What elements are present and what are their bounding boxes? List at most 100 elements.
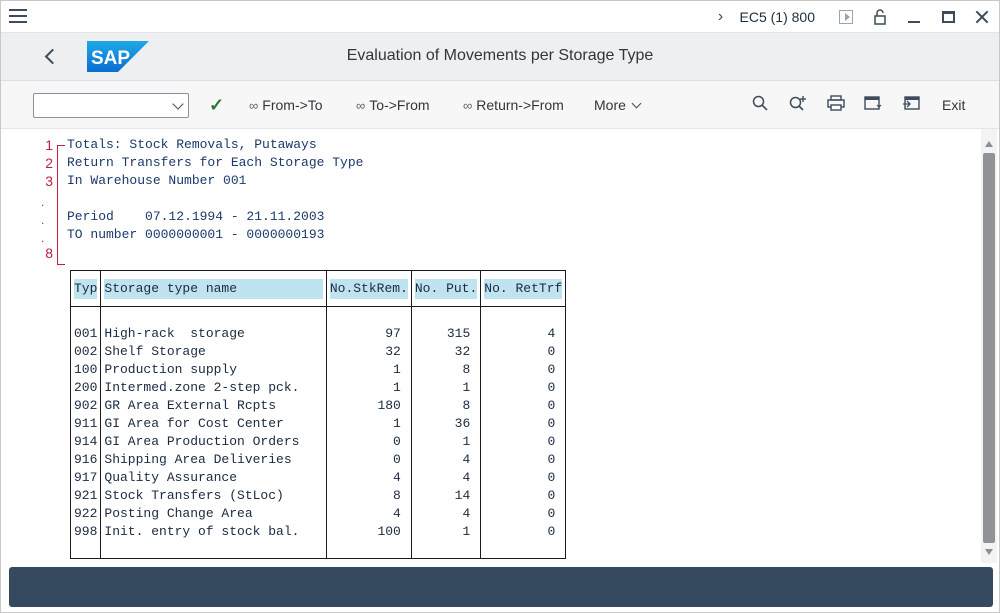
cell-stk[interactable]: 1 (325, 378, 412, 397)
chevron-right-icon[interactable]: › (706, 8, 736, 26)
column-header[interactable]: No. Put. (410, 270, 482, 307)
cell-put[interactable]: 1 (410, 378, 482, 397)
table-row[interactable]: 922 Posting Change Area 4 4 0 (69, 504, 567, 523)
table-row[interactable]: 917 Quality Assurance 4 4 0 (69, 468, 567, 487)
new-window-icon[interactable] (863, 95, 883, 115)
cell-stk[interactable]: 32 (325, 342, 412, 361)
to-from-button[interactable]: ∞ To->From (356, 93, 430, 117)
table-row[interactable]: 914 GI Area Production Orders 0 1 0 (69, 432, 567, 451)
cell-typ[interactable]: 916 (69, 450, 102, 469)
lock-icon[interactable] (863, 1, 897, 33)
cell-name[interactable]: Posting Change Area (100, 504, 327, 523)
cell-ret[interactable]: 0 (480, 468, 567, 487)
table-row[interactable]: 001 High-rack storage 97 315 4 (69, 324, 567, 343)
table-row[interactable]: 916 Shipping Area Deliveries 0 4 0 (69, 450, 567, 469)
layout-icon[interactable] (901, 95, 921, 115)
cell-put[interactable]: 315 (410, 324, 482, 343)
cell-name[interactable]: Intermed.zone 2-step pck. (100, 378, 327, 397)
cell-stk[interactable]: 0 (325, 450, 412, 469)
cell-put[interactable]: 4 (410, 504, 482, 523)
search-next-icon[interactable] (788, 95, 808, 115)
back-button[interactable] (41, 45, 61, 69)
column-header[interactable]: No. RetTrf (480, 270, 567, 307)
cell-typ[interactable]: 922 (69, 504, 102, 523)
cell-ret[interactable]: 0 (480, 522, 567, 541)
scroll-thumb[interactable] (983, 153, 995, 543)
minimize-icon[interactable] (897, 1, 931, 33)
scroll-down-icon[interactable] (985, 549, 993, 555)
cell-stk[interactable]: 0 (325, 432, 412, 451)
cell-typ[interactable]: 921 (69, 486, 102, 505)
cell-stk[interactable]: 1 (325, 360, 412, 379)
play-icon[interactable] (829, 1, 863, 33)
cell-stk[interactable]: 4 (325, 504, 412, 523)
cell-typ[interactable]: 914 (69, 432, 102, 451)
print-icon[interactable] (826, 95, 846, 115)
column-header[interactable]: No.StkRem. (325, 270, 412, 307)
cell-name[interactable]: Quality Assurance (100, 468, 327, 487)
cell-ret[interactable]: 0 (480, 342, 567, 361)
more-button[interactable]: More (594, 93, 642, 117)
cell-put[interactable]: 8 (410, 360, 482, 379)
chevron-down-icon[interactable] (172, 98, 184, 110)
exit-button[interactable]: Exit (942, 93, 965, 117)
cell-name[interactable]: Stock Transfers (StLoc) (100, 486, 327, 505)
cell-name[interactable]: GR Area External Rcpts (100, 396, 327, 415)
table-row[interactable]: 921 Stock Transfers (StLoc) 8 14 0 (69, 486, 567, 505)
cell-put[interactable]: 32 (410, 342, 482, 361)
cell-ret[interactable]: 0 (480, 378, 567, 397)
cell-name[interactable]: Shipping Area Deliveries (100, 450, 327, 469)
cell-put[interactable]: 14 (410, 486, 482, 505)
cell-typ[interactable]: 001 (69, 324, 102, 343)
cell-name[interactable]: Production supply (100, 360, 327, 379)
cell-typ[interactable]: 200 (69, 378, 102, 397)
menu-icon[interactable] (9, 9, 27, 25)
cell-typ[interactable]: 100 (69, 360, 102, 379)
cell-put[interactable]: 4 (410, 468, 482, 487)
cell-ret[interactable]: 0 (480, 432, 567, 451)
cell-ret[interactable]: 0 (480, 396, 567, 415)
search-icon[interactable] (750, 95, 770, 115)
scroll-up-icon[interactable] (985, 141, 993, 147)
vertical-scrollbar[interactable] (981, 129, 997, 563)
return-from-button[interactable]: ∞ Return->From (463, 93, 564, 117)
cell-ret[interactable]: 0 (480, 450, 567, 469)
table-row[interactable]: 998 Init. entry of stock bal. 100 1 0 (69, 522, 567, 541)
cell-stk[interactable]: 4 (325, 468, 412, 487)
table-row[interactable]: 911 GI Area for Cost Center 1 36 0 (69, 414, 567, 433)
cell-put[interactable]: 36 (410, 414, 482, 433)
cell-typ[interactable]: 002 (69, 342, 102, 361)
cell-stk[interactable]: 1 (325, 414, 412, 433)
cell-ret[interactable]: 0 (480, 504, 567, 523)
cell-put[interactable]: 1 (410, 522, 482, 541)
cell-stk[interactable]: 100 (325, 522, 412, 541)
table-row[interactable]: 902 GR Area External Rcpts 180 8 0 (69, 396, 567, 415)
close-icon[interactable] (965, 1, 999, 33)
command-field[interactable] (33, 93, 189, 118)
from-to-button[interactable]: ∞ From->To (249, 93, 323, 117)
cell-put[interactable]: 4 (410, 450, 482, 469)
table-row[interactable]: 100 Production supply 1 8 0 (69, 360, 567, 379)
cell-name[interactable]: Shelf Storage (100, 342, 327, 361)
cell-typ[interactable]: 911 (69, 414, 102, 433)
cell-ret[interactable]: 0 (480, 486, 567, 505)
table-row[interactable]: 002 Shelf Storage 32 32 0 (69, 342, 567, 361)
cell-typ[interactable]: 998 (69, 522, 102, 541)
column-header[interactable]: Typ (69, 270, 102, 307)
cell-typ[interactable]: 902 (69, 396, 102, 415)
maximize-icon[interactable] (931, 1, 965, 33)
cell-name[interactable]: GI Area Production Orders (100, 432, 327, 451)
cell-stk[interactable]: 97 (325, 324, 412, 343)
cell-ret[interactable]: 4 (480, 324, 567, 343)
cell-name[interactable]: Init. entry of stock bal. (100, 522, 327, 541)
cell-stk[interactable]: 180 (325, 396, 412, 415)
enter-button[interactable]: ✓ (209, 93, 224, 117)
cell-put[interactable]: 1 (410, 432, 482, 451)
cell-stk[interactable]: 8 (325, 486, 412, 505)
column-header[interactable]: Storage type name (100, 270, 327, 307)
cell-name[interactable]: High-rack storage (100, 324, 327, 343)
table-row[interactable]: 200 Intermed.zone 2-step pck. 1 1 0 (69, 378, 567, 397)
cell-name[interactable]: GI Area for Cost Center (100, 414, 327, 433)
cell-ret[interactable]: 0 (480, 360, 567, 379)
cell-ret[interactable]: 0 (480, 414, 567, 433)
